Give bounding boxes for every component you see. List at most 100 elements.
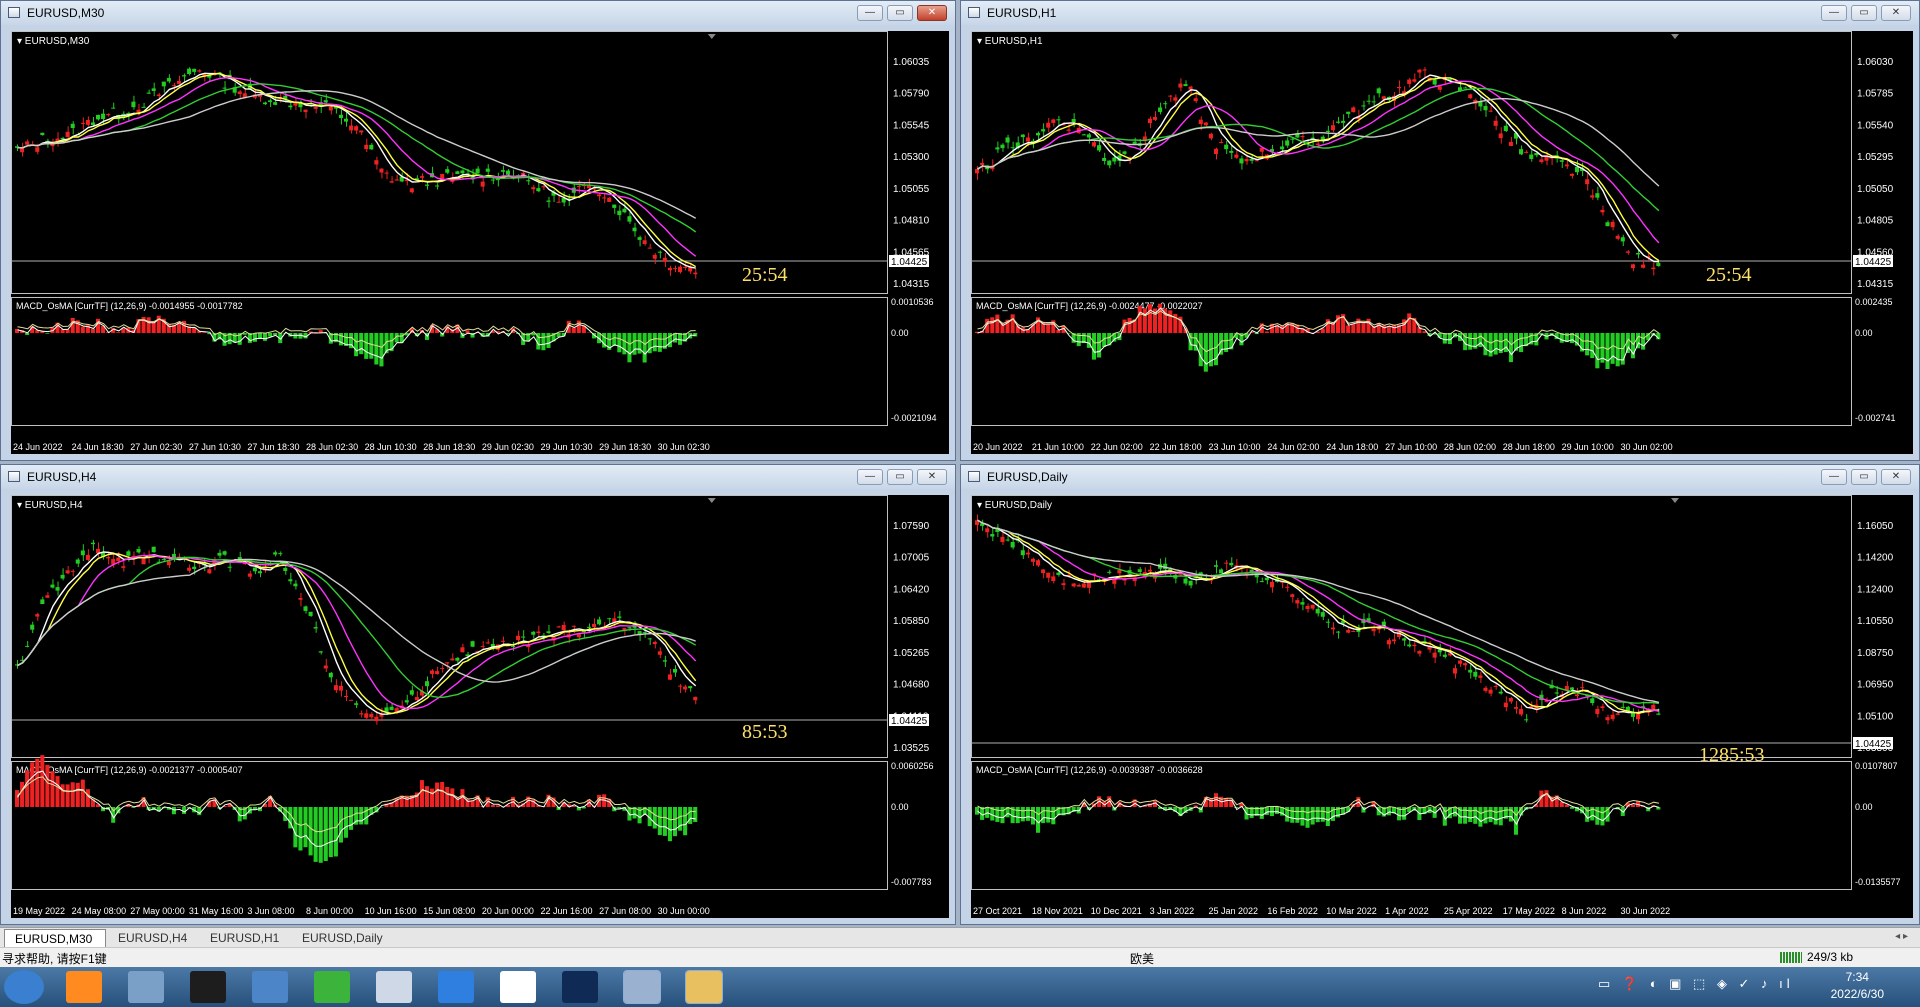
candle-body — [283, 567, 288, 571]
macd-histogram-bar — [323, 807, 328, 862]
candle-body — [1508, 697, 1513, 702]
macd-histogram-bar — [1351, 323, 1356, 333]
candle-body — [1600, 706, 1605, 709]
chart-window-3[interactable]: EURUSD,Daily — ▭ ✕ ▾ EURUSD,Daily 1.16050… — [960, 464, 1920, 925]
window-titlebar[interactable]: EURUSD,H1 — ▭ ✕ — [961, 1, 1919, 25]
minimize-button[interactable]: — — [857, 469, 883, 485]
maximize-button[interactable]: ▭ — [887, 5, 913, 21]
candle-body — [1488, 110, 1493, 112]
price-chart[interactable]: ▾ EURUSD,M30 1.06035 1.05790 1.05545 1.05300… — [11, 31, 949, 454]
tab-eurusd-h1[interactable]: EURUSD,H1 — [200, 929, 290, 947]
macd-histogram-bar — [1325, 319, 1330, 333]
maximize-button[interactable]: ▭ — [1851, 469, 1877, 485]
chart-window-2[interactable]: EURUSD,H4 — ▭ ✕ ▾ EURUSD,H4 1.07590 1.0700… — [0, 464, 956, 925]
firefox-icon[interactable] — [66, 971, 102, 1003]
tab-eurusd-m30[interactable]: EURUSD,M30 — [4, 929, 106, 947]
macd-histogram-bar — [45, 333, 50, 334]
macd-frame — [971, 761, 1852, 890]
macd-tick-label: 0.0010536 — [891, 297, 934, 307]
candle-body — [166, 561, 171, 566]
minimize-button[interactable]: — — [1821, 5, 1847, 21]
macd-histogram-bar — [15, 790, 20, 807]
tab-eurusd-h4[interactable]: EURUSD,H4 — [108, 929, 198, 947]
price-chart[interactable]: ▾ EURUSD,H4 1.07590 1.07005 1.06420 1.05850 1… — [11, 495, 949, 918]
candle-body — [480, 645, 485, 647]
macd-histogram-bar — [995, 807, 1000, 822]
macd-histogram-bar — [419, 780, 424, 807]
terminal-icon[interactable] — [190, 971, 226, 1003]
tab-scroll-arrows[interactable]: ◂ ▸ — [1895, 931, 1908, 942]
candle-body — [622, 208, 627, 213]
candle-body — [637, 237, 642, 240]
candle-body — [1036, 560, 1041, 566]
tab-eurusd-daily[interactable]: EURUSD,Daily — [292, 929, 394, 947]
maximize-button[interactable]: ▭ — [1851, 5, 1877, 21]
candle-body — [1590, 698, 1595, 704]
desktop-icon[interactable] — [252, 971, 288, 1003]
wechat-icon[interactable] — [314, 971, 350, 1003]
candle-body — [136, 549, 141, 553]
chart-window-1[interactable]: EURUSD,H1 — ▭ ✕ ▾ EURUSD,H1 1.06030 1.0578… — [960, 0, 1920, 461]
time-tick-label: 29 Jun 18:30 — [599, 442, 651, 452]
window-titlebar[interactable]: EURUSD,H4 — ▭ ✕ — [1, 465, 955, 489]
candle-body — [1325, 130, 1330, 132]
price-chart[interactable]: ▾ EURUSD,Daily 1.16050 1.14200 1.12400 1.105… — [971, 495, 1913, 918]
chart-window-0[interactable]: EURUSD,M30 — ▭ ✕ ▾ EURUSD,M30 1.06035 1.05… — [0, 0, 956, 461]
candle-body — [505, 170, 511, 175]
close-button[interactable]: ✕ — [1881, 5, 1911, 21]
macd-histogram-bar — [1361, 322, 1366, 333]
macd-title: MACD_OsMA [CurrTF] (12,26,9) -0.0024477 … — [976, 301, 1203, 311]
chart-tabs: EURUSD,M30 EURUSD,H4 EURUSD,H1 EURUSD,Da… — [0, 927, 1920, 948]
macd-histogram-bar — [1305, 807, 1310, 828]
macd-histogram-bar — [55, 776, 60, 807]
macd-histogram-bar — [30, 762, 35, 807]
minimize-button[interactable]: — — [857, 5, 883, 21]
price-chart[interactable]: ▾ EURUSD,H1 1.06030 1.05785 1.05540 1.05295 1… — [971, 31, 1913, 454]
time-tick-label: 24 Jun 2022 — [13, 442, 63, 452]
image-viewer-icon[interactable] — [623, 970, 661, 1004]
time-tick-label: 27 Jun 08:00 — [599, 906, 651, 916]
candle-body — [131, 101, 136, 108]
candle-body — [1229, 562, 1234, 566]
macd-histogram-bar — [672, 807, 678, 837]
qq-icon[interactable] — [500, 971, 536, 1003]
candle-body — [263, 102, 268, 105]
close-button[interactable]: ✕ — [917, 5, 947, 21]
candle-body — [1259, 581, 1264, 583]
tray-icons[interactable]: ▭ ❓ ◐ ▣ ⬚ ◈ ✓ ♪ ıl — [1598, 976, 1794, 992]
minimize-button[interactable]: — — [1821, 469, 1847, 485]
candle-body — [369, 713, 374, 718]
start-orb[interactable] — [4, 970, 44, 1004]
candle-body — [662, 257, 667, 262]
close-button[interactable]: ✕ — [917, 469, 947, 485]
metatrader-icon[interactable] — [685, 970, 723, 1004]
candle-body — [450, 658, 455, 661]
clock[interactable]: 7:34 2022/6/30 — [1831, 969, 1884, 1003]
macd-histogram-bar — [541, 333, 546, 351]
window-titlebar[interactable]: EURUSD,M30 — ▭ ✕ — [1, 1, 955, 25]
candle-body — [995, 147, 1000, 150]
candle-body — [303, 606, 308, 611]
maximize-button[interactable]: ▭ — [887, 469, 913, 485]
candle-body — [1503, 702, 1508, 708]
candle-body — [607, 618, 612, 620]
macd-histogram-bar — [151, 321, 156, 333]
candle-body — [151, 88, 156, 91]
price-tick-label: 1.05295 — [1857, 152, 1894, 163]
time-tick-label: 29 Jun 10:00 — [1562, 442, 1614, 452]
macd-histogram-bar — [1478, 333, 1483, 347]
macd-histogram-bar — [1468, 333, 1473, 350]
pen-icon[interactable] — [438, 971, 474, 1003]
candle-body — [95, 114, 101, 120]
network-icon[interactable] — [128, 971, 164, 1003]
time-tick-label: 28 Jun 18:30 — [423, 442, 475, 452]
macd-histogram-bar — [1600, 807, 1605, 826]
macd-tick-label: 0.002435 — [1855, 297, 1893, 307]
window-titlebar[interactable]: EURUSD,Daily — ▭ ✕ — [961, 465, 1919, 489]
close-button[interactable]: ✕ — [1881, 469, 1911, 485]
candle-body — [394, 179, 399, 181]
notes-icon[interactable] — [376, 971, 412, 1003]
time-tick-label: 20 Jun 2022 — [973, 442, 1023, 452]
photoshop-icon[interactable] — [562, 971, 598, 1003]
candle-body — [1412, 644, 1417, 647]
